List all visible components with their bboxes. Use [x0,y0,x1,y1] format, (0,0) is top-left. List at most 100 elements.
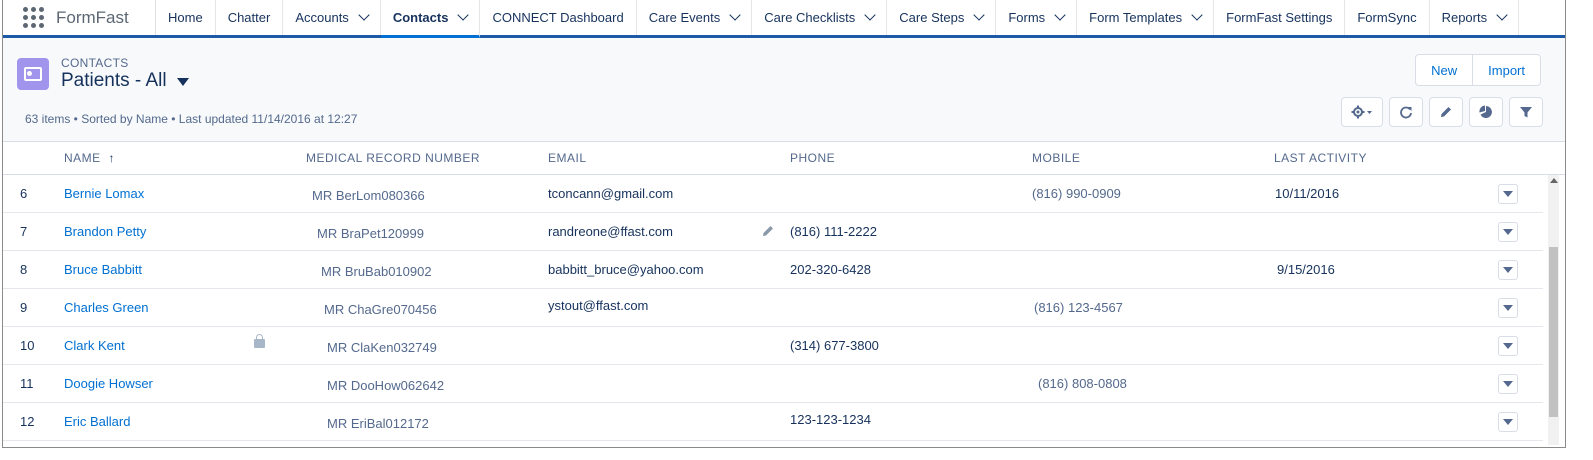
row-number: 6 [20,186,28,201]
inline-edit-button[interactable] [1429,97,1463,127]
column-header-mobile[interactable]: MOBILE [1032,151,1080,165]
chevron-down-icon[interactable] [729,9,741,21]
last-activity-cell: 10/11/2016 [1275,186,1340,201]
row-actions-dropdown[interactable] [1498,260,1518,280]
row-number: 9 [20,300,28,315]
chevron-down-icon[interactable] [1054,9,1066,21]
table-row: 12 Eric Ballard MR EriBal012172 123-123-… [3,403,1543,441]
tab-label: Care Events [648,10,721,25]
page-title: Patients - All [61,70,167,91]
table-header: NAME ↑ MEDICAL RECORD NUMBER EMAIL PHONE… [3,142,1565,175]
table-scrollbar[interactable] [1548,175,1559,445]
tab-label: Contacts [392,10,449,25]
table-row: 10 Clark Kent MR ClaKen032749 (314) 677-… [3,327,1543,365]
phone-cell: 123-123-1234 [790,412,871,427]
chevron-down-icon[interactable] [1191,9,1203,21]
list-view-selector[interactable]: Patients - All [61,70,189,92]
row-actions-dropdown[interactable] [1498,184,1518,204]
refresh-icon [1400,106,1412,119]
scroll-up-arrow-icon[interactable] [1550,178,1558,183]
mrn-cell: MR ChaGre070456 [324,302,437,317]
phone-cell: (816) 111-2222 [790,224,877,239]
email-cell[interactable]: tconcann@gmail.com [548,186,673,201]
column-header-name[interactable]: NAME ↑ [64,151,115,165]
caret-down-icon[interactable] [176,78,189,86]
tab-forms[interactable]: Forms [996,0,1078,35]
phone-cell: 202-320-6428 [790,262,871,277]
row-actions-dropdown[interactable] [1498,222,1518,242]
tab-formsync[interactable]: FormSync [1345,0,1430,35]
row-number: 8 [20,262,28,277]
chevron-down-icon[interactable] [864,9,876,21]
chevron-down-icon[interactable] [457,9,470,21]
lock-icon [254,334,265,348]
import-button[interactable]: Import [1472,55,1540,85]
email-cell[interactable]: babbitt_bruce@yahoo.com [548,262,704,277]
column-header-mrn[interactable]: MEDICAL RECORD NUMBER [306,151,480,165]
new-button[interactable]: New [1416,55,1472,85]
tab-care-steps[interactable]: Care Steps [887,0,997,35]
row-actions-dropdown[interactable] [1498,336,1518,356]
scrollbar-thumb[interactable] [1549,247,1558,417]
chevron-down-icon[interactable] [1496,9,1508,21]
list-meta-info: 63 items • Sorted by Name • Last updated… [25,112,358,126]
contact-name-link[interactable]: Bernie Lomax [64,186,144,201]
email-cell[interactable]: randreone@ffast.com [548,224,673,239]
edit-pencil-icon[interactable] [761,224,775,238]
filter-icon [1520,107,1532,118]
row-number: 12 [20,414,35,429]
tab-reports[interactable]: Reports [1430,0,1520,35]
row-actions-dropdown[interactable] [1498,374,1518,394]
top-navigation: FormFast Home Chatter Accounts Contacts … [3,0,1565,38]
header-button-group: New Import [1415,54,1541,86]
list-view-tools [1341,97,1543,127]
app-window: FormFast Home Chatter Accounts Contacts … [2,0,1566,448]
row-actions-dropdown[interactable] [1498,298,1518,318]
contact-name-link[interactable]: Doogie Howser [64,376,153,391]
tab-home[interactable]: Home [156,0,216,35]
tab-care-events[interactable]: Care Events [637,0,753,35]
app-switcher[interactable]: FormFast [3,0,156,35]
tab-form-templates[interactable]: Form Templates [1077,0,1215,35]
table-row: 11 Doogie Howser MR DooHow062642 (816) 8… [3,365,1543,403]
tab-label: Reports [1441,10,1488,25]
list-view-controls-button[interactable] [1341,97,1383,127]
tab-chatter[interactable]: Chatter [216,0,284,35]
refresh-button[interactable] [1389,97,1423,127]
table-row: 8 Bruce Babbitt MR BruBab010902 babbitt_… [3,251,1543,289]
edit-icon [1441,107,1451,117]
contact-card-icon [17,58,49,90]
contact-name-link[interactable]: Charles Green [64,300,149,315]
tab-label: Care Steps [899,10,965,25]
mrn-cell: MR BruBab010902 [321,264,432,279]
contact-name-link[interactable]: Clark Kent [64,338,125,353]
tab-label: FormSync [1357,10,1417,25]
column-label: NAME [64,151,101,165]
tab-accounts[interactable]: Accounts [283,0,381,35]
contact-name-link[interactable]: Bruce Babbitt [64,262,142,277]
contact-name-link[interactable]: Eric Ballard [64,414,130,429]
contact-name-link[interactable]: Brandon Petty [64,224,146,239]
mrn-cell: MR DooHow062642 [327,378,445,393]
chevron-down-icon[interactable] [973,9,985,21]
tab-label: Forms [1008,10,1046,25]
column-header-last-activity[interactable]: LAST ACTIVITY [1274,151,1367,165]
chevron-down-icon[interactable] [358,9,370,21]
column-header-phone[interactable]: PHONE [790,151,835,165]
table-row: 6 Bernie Lomax MR BerLom080366 tconcann@… [3,175,1543,213]
column-header-email[interactable]: EMAIL [548,151,587,165]
tab-formfast-settings[interactable]: FormFast Settings [1214,0,1346,35]
mobile-cell: (816) 990-0909 [1032,186,1121,201]
email-cell[interactable]: ystout@ffast.com [548,298,648,313]
charts-button[interactable] [1469,97,1503,127]
mrn-cell: MR BerLom080366 [312,188,425,203]
filter-button[interactable] [1509,97,1543,127]
app-launcher-icon[interactable] [23,6,45,29]
tab-label: Care Checklists [764,10,856,25]
tab-connect-dashboard[interactable]: CONNECT Dashboard [480,0,637,35]
row-actions-dropdown[interactable] [1498,412,1518,432]
list-view-header: CONTACTS Patients - All 63 items • Sorte… [3,38,1565,142]
tab-care-checklists[interactable]: Care Checklists [752,0,888,35]
table-row: 7 Brandon Petty MR BraPet120999 randreon… [3,213,1543,251]
tab-contacts[interactable]: Contacts [380,0,481,38]
